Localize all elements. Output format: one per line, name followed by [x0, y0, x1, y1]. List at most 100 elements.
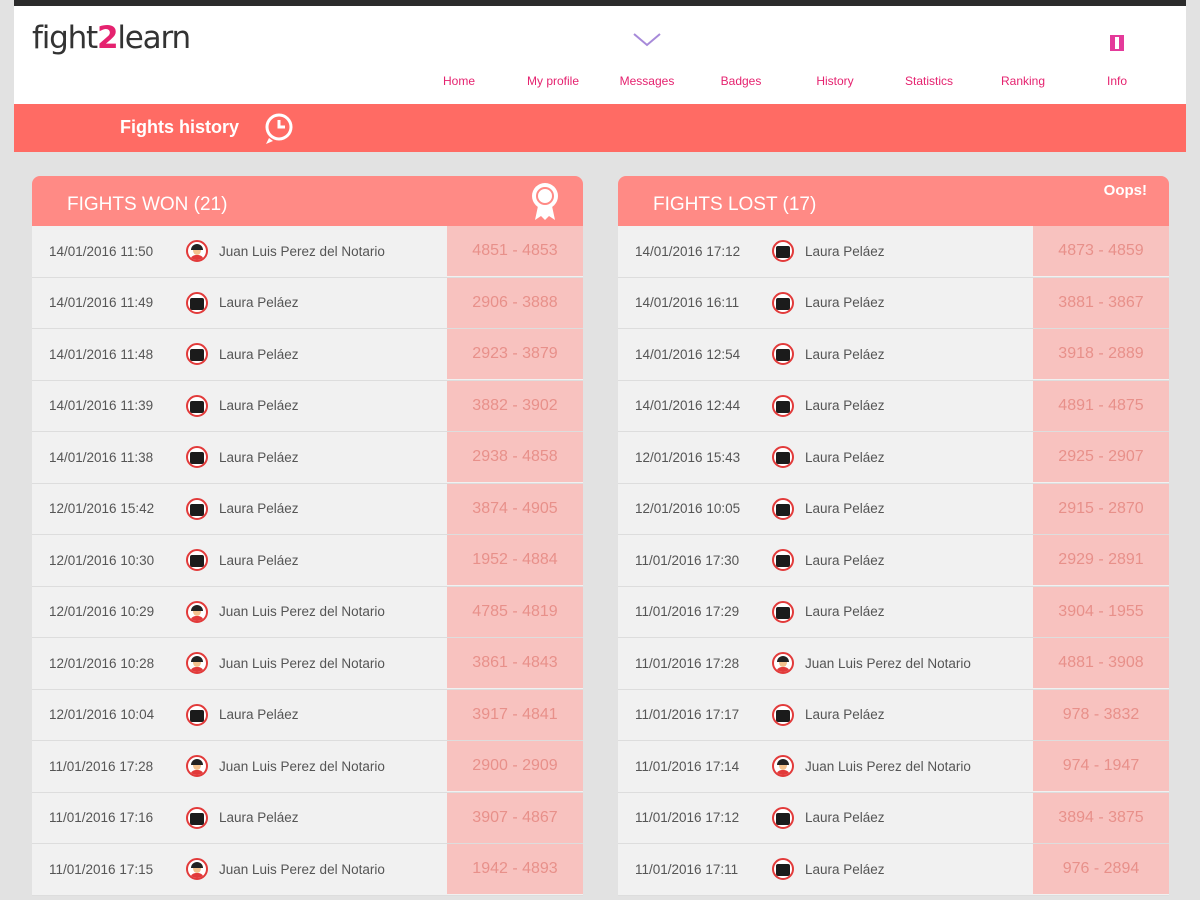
fight-date: 11/01/2016 17:28 — [49, 758, 154, 774]
fight-date: 12/01/2016 15:42 — [49, 501, 155, 517]
opponent-avatar — [772, 806, 794, 829]
fight-date: 12/01/2016 10:04 — [49, 707, 155, 723]
fight-date: 11/01/2016 17:12 — [635, 810, 740, 826]
fight-score: 4891 - 4875 — [1033, 380, 1169, 431]
opponent-name: Juan Luis Perez del Notario — [805, 758, 971, 774]
opponent-name: Juan Luis Perez del Notario — [219, 758, 385, 774]
fight-score: 4873 - 4859 — [1033, 226, 1169, 276]
nav-info[interactable]: Info — [1079, 17, 1155, 88]
fight-date: 11/01/2016 17:28 — [635, 655, 740, 671]
opponent-avatar — [772, 652, 794, 675]
nav-home[interactable]: Home — [421, 17, 497, 88]
fight-row[interactable]: 11/01/2016 17:30 Laura Peláez 2929 - 2891 — [618, 535, 1169, 587]
fight-row[interactable]: 14/01/2016 12:44 Laura Peláez 4891 - 4875 — [618, 380, 1169, 432]
nav-my-profile[interactable]: My profile — [515, 17, 591, 88]
fight-date: 11/01/2016 17:30 — [635, 552, 740, 568]
fights-lost-list: 14/01/2016 17:12 Laura Peláez 4873 - 4859 1… — [618, 226, 1169, 896]
opponent-name: Juan Luis Perez del Notario — [219, 604, 385, 620]
fight-row[interactable]: 14/01/2016 12:54 Laura Peláez 3918 - 2889 — [618, 329, 1169, 381]
nav-statistics-label: Statistics — [904, 74, 953, 88]
fight-date: 14/01/2016 11:48 — [49, 346, 154, 362]
fight-date: 12/01/2016 10:30 — [49, 552, 155, 568]
fight-row[interactable]: 12/01/2016 15:42 Laura Peláez 3874 - 4905 — [32, 483, 583, 535]
fight-date: 14/01/2016 11:50 — [49, 243, 154, 259]
fights-won-panel: FIGHTS WON (21) 14/01/2016 11:50 Juan Lui… — [32, 176, 583, 896]
logo[interactable]: fight2learn — [32, 20, 191, 56]
fight-date: 11/01/2016 17:29 — [635, 604, 740, 620]
fight-row[interactable]: 14/01/2016 11:50 Juan Luis Perez del Nota… — [32, 226, 583, 278]
statistics-icon — [902, 17, 956, 69]
fight-row[interactable]: 14/01/2016 17:12 Laura Peláez 4873 - 4859 — [618, 226, 1169, 278]
fight-row[interactable]: 12/01/2016 15:43 Laura Peláez 2925 - 2907 — [618, 432, 1169, 484]
section-band: Fights history — [14, 104, 1186, 152]
fight-row[interactable]: 11/01/2016 17:28 Juan Luis Perez del Nota… — [32, 741, 583, 793]
fight-row[interactable]: 11/01/2016 17:15 Juan Luis Perez del Nota… — [32, 844, 583, 896]
home-icon — [432, 17, 486, 69]
fight-date: 14/01/2016 12:44 — [635, 398, 741, 414]
opponent-avatar — [186, 806, 208, 829]
fight-row[interactable]: 12/01/2016 10:29 Juan Luis Perez del Nota… — [32, 586, 583, 638]
fight-score: 3918 - 2889 — [1033, 329, 1169, 379]
opponent-avatar — [186, 652, 208, 675]
opponent-name: Laura Peláez — [805, 604, 885, 620]
opponent-name: Laura Peláez — [219, 707, 299, 723]
logo-text: fight — [32, 20, 98, 56]
fight-row[interactable]: 11/01/2016 17:17 Laura Peláez 978 - 3832 — [618, 689, 1169, 741]
fight-date: 12/01/2016 10:05 — [635, 501, 741, 517]
opponent-avatar — [772, 858, 794, 881]
fight-date: 14/01/2016 17:12 — [635, 243, 741, 259]
fight-row[interactable]: 11/01/2016 17:12 Laura Peláez 3894 - 3875 — [618, 792, 1169, 844]
info-icon — [1090, 17, 1144, 69]
fight-row[interactable]: 12/01/2016 10:28 Juan Luis Perez del Nota… — [32, 638, 583, 690]
fight-date: 14/01/2016 12:54 — [635, 346, 741, 362]
fights-won-header: FIGHTS WON (21) — [32, 176, 583, 226]
fight-row[interactable]: 11/01/2016 17:29 Laura Peláez 3904 - 1955 — [618, 586, 1169, 638]
fight-row[interactable]: 11/01/2016 17:11 Laura Peláez 976 - 2894 — [618, 844, 1169, 896]
fights-won-title: FIGHTS WON (21) — [67, 194, 228, 215]
fight-date: 11/01/2016 17:11 — [635, 861, 739, 877]
fight-row[interactable]: 11/01/2016 17:14 Juan Luis Perez del Nota… — [618, 741, 1169, 793]
nav-ranking[interactable]: Ranking — [985, 17, 1061, 88]
badge-icon — [714, 17, 768, 69]
fight-score: 4881 - 3908 — [1033, 638, 1169, 688]
fight-score: 3874 - 4905 — [447, 483, 583, 534]
envelope-icon — [620, 17, 674, 69]
podium-icon — [996, 17, 1050, 69]
fight-date: 12/01/2016 10:28 — [49, 655, 155, 671]
fight-score: 3881 - 3867 — [1033, 277, 1169, 328]
nav-badges-label: Badges — [720, 74, 762, 88]
fight-row[interactable]: 14/01/2016 16:11 Laura Peláez 3881 - 3867 — [618, 277, 1169, 329]
nav-history[interactable]: History — [797, 17, 873, 88]
fight-row[interactable]: 11/01/2016 17:28 Juan Luis Perez del Nota… — [618, 638, 1169, 690]
opponent-avatar — [186, 549, 208, 572]
opponent-name: Laura Peláez — [805, 398, 885, 414]
fight-score: 2938 - 4858 — [447, 432, 583, 482]
opponent-avatar — [186, 291, 208, 314]
fights-won-list: 14/01/2016 11:50 Juan Luis Perez del Nota… — [32, 226, 583, 896]
fight-row[interactable]: 12/01/2016 10:05 Laura Peláez 2915 - 2870 — [618, 483, 1169, 535]
fight-row[interactable]: 12/01/2016 10:30 Laura Peláez 1952 - 4884 — [32, 535, 583, 587]
fight-date: 11/01/2016 17:17 — [635, 707, 740, 723]
fight-row[interactable]: 11/01/2016 17:16 Laura Peláez 3907 - 4867 — [32, 792, 583, 844]
fight-row[interactable]: 14/01/2016 11:49 Laura Peláez 2906 - 3888 — [32, 277, 583, 329]
fight-row[interactable]: 14/01/2016 11:48 Laura Peláez 2923 - 3879 — [32, 329, 583, 381]
logo-text-rest: learn — [117, 20, 191, 56]
fight-row[interactable]: 14/01/2016 11:39 Laura Peláez 3882 - 3902 — [32, 380, 583, 432]
opponent-name: Laura Peláez — [805, 346, 885, 362]
fight-row[interactable]: 12/01/2016 10:04 Laura Peláez 3917 - 4841 — [32, 689, 583, 741]
opponent-avatar — [186, 394, 208, 417]
nav-statistics[interactable]: Statistics — [891, 17, 967, 88]
nav-badges[interactable]: Badges — [703, 17, 779, 88]
fight-date: 11/01/2016 17:14 — [635, 758, 740, 774]
opponent-name: Laura Peláez — [219, 295, 299, 311]
opponent-name: Laura Peláez — [805, 810, 885, 826]
nav-messages[interactable]: Messages — [609, 17, 685, 88]
opponent-avatar — [772, 240, 794, 263]
nav-info-label: Info — [1106, 74, 1127, 88]
section-title: Fights history — [120, 117, 240, 137]
history-icon — [808, 17, 862, 69]
opponent-name: Laura Peláez — [805, 707, 885, 723]
fight-score: 2925 - 2907 — [1033, 432, 1169, 482]
opponent-avatar — [186, 600, 208, 623]
fight-row[interactable]: 14/01/2016 11:38 Laura Peláez 2938 - 4858 — [32, 432, 583, 484]
